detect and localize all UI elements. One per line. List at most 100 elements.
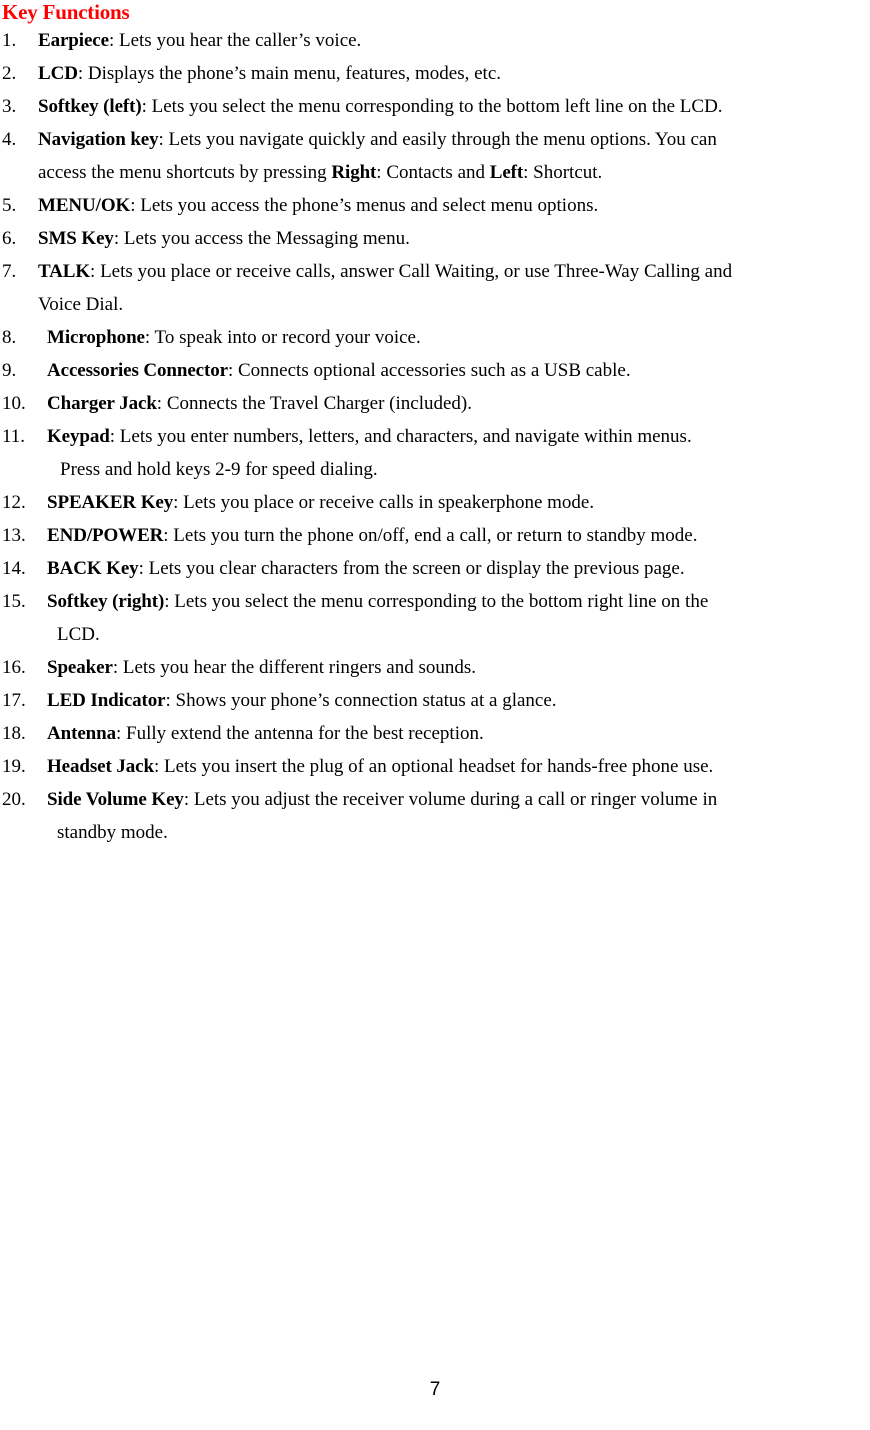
list-item-text: Charger Jack: Connects the Travel Charge… [47, 387, 472, 420]
list-item-text: MENU/OK: Lets you access the phone’s men… [38, 189, 598, 222]
list-item-label: SPEAKER Key [47, 492, 174, 513]
list-item-description: : Connects the Travel Charger (included)… [156, 393, 472, 414]
list-item-number: 18. [2, 723, 26, 744]
list-item-text: TALK: Lets you place or receive calls, a… [38, 255, 732, 288]
list-item-label: Earpiece [38, 30, 109, 51]
list-item-label: Navigation key [38, 129, 159, 150]
list-item-text: LCD: Displays the phone’s main menu, fea… [38, 57, 501, 90]
list-item-description: : Lets you hear the caller’s voice. [108, 30, 362, 51]
list-item-description: : Lets you select the menu corresponding… [164, 591, 709, 612]
list-item: 11. Keypad: Lets you enter numbers, lette… [0, 420, 870, 486]
list-item-text: Softkey (right): Lets you select the men… [47, 585, 708, 618]
list-item-line: 2. LCD: Displays the phone’s main menu, f… [0, 57, 870, 90]
list-item-label: Softkey (right) [47, 591, 165, 612]
list-item-text: Antenna: Fully extend the antenna for th… [47, 717, 484, 750]
list-item: 10. Charger Jack: Connects the Travel Cha… [0, 387, 870, 420]
list-item-number: 19. [2, 756, 26, 777]
list-item-number: 14. [2, 558, 26, 579]
page-title: Key Functions [2, 0, 130, 24]
list-item-continuation-text: standby mode. [57, 822, 168, 843]
list-item-description: : Lets you enter numbers, letters, and c… [109, 426, 692, 447]
list-item-continuation-text: access the menu shortcuts by pressing Ri… [38, 156, 602, 189]
list-item-label: BACK Key [47, 558, 139, 579]
list-item-number: 4. [2, 129, 17, 150]
list-item-text: SPEAKER Key: Lets you place or receive c… [47, 486, 594, 519]
list-item-label: Side Volume Key [47, 789, 184, 810]
list-item: 1. Earpiece: Lets you hear the caller’s v… [0, 24, 870, 57]
list-item-label: Antenna [47, 723, 116, 744]
list-item-continuation-text: LCD. [57, 624, 100, 645]
list-item-continuation-text: Press and hold keys 2-9 for speed dialin… [60, 459, 378, 480]
list-item-description: : Lets you turn the phone on/off, end a … [163, 525, 698, 546]
key-functions-list: 1. Earpiece: Lets you hear the caller’s v… [0, 24, 870, 849]
list-item-description: : Lets you access the phone’s menus and … [130, 195, 599, 216]
list-item-line: 17. LED Indicator: Shows your phone’s con… [0, 684, 870, 717]
list-item-continuation: Voice Dial. [0, 288, 870, 321]
list-item-description: : To speak into or record your voice. [144, 327, 421, 348]
list-item-line: 15. Softkey (right): Lets you select the … [0, 585, 870, 618]
list-item-line: 12. SPEAKER Key: Lets you place or receiv… [0, 486, 870, 519]
list-item-line: 7. TALK: Lets you place or receive calls,… [0, 255, 870, 288]
list-item: 18. Antenna: Fully extend the antenna for… [0, 717, 870, 750]
list-item: 20. Side Volume Key: Lets you adjust the … [0, 783, 870, 849]
continuation-text-part: access the menu shortcuts by pressing [38, 162, 332, 183]
list-item-number: 6. [2, 228, 17, 249]
list-item-line: 11. Keypad: Lets you enter numbers, lette… [0, 420, 870, 453]
list-item-label: Speaker [47, 657, 113, 678]
list-item: 15. Softkey (right): Lets you select the … [0, 585, 870, 651]
list-item: 12. SPEAKER Key: Lets you place or receiv… [0, 486, 870, 519]
list-item-line: 13. END/POWER: Lets you turn the phone on… [0, 519, 870, 552]
list-item-number: 11. [2, 426, 26, 447]
list-item-line: 16. Speaker: Lets you hear the different … [0, 651, 870, 684]
list-item-line: 5. MENU/OK: Lets you access the phone’s m… [0, 189, 870, 222]
list-item-description: : Lets you adjust the receiver volume du… [183, 789, 718, 810]
list-item: 5. MENU/OK: Lets you access the phone’s m… [0, 189, 870, 222]
list-item-text: BACK Key: Lets you clear characters from… [47, 552, 685, 585]
list-item-text: Accessories Connector: Connects optional… [47, 354, 631, 387]
list-item-label: Microphone [47, 327, 145, 348]
list-item-continuation: standby mode. [0, 816, 870, 849]
list-item-description: : Displays the phone’s main menu, featur… [77, 63, 502, 84]
list-item-line: 19. Headset Jack: Lets you insert the plu… [0, 750, 870, 783]
list-item-label: Headset Jack [47, 756, 154, 777]
list-item: 17. LED Indicator: Shows your phone’s con… [0, 684, 870, 717]
list-item-line: 8. Microphone: To speak into or record yo… [0, 321, 870, 354]
list-item-description: : Lets you place or receive calls in spe… [173, 492, 595, 513]
list-item-description: : Lets you hear the different ringers an… [112, 657, 477, 678]
list-item-text: Speaker: Lets you hear the different rin… [47, 651, 476, 684]
page-number: 7 [429, 1379, 441, 1400]
list-item-line: 3. Softkey (left): Lets you select the me… [0, 90, 870, 123]
list-item-text: LED Indicator: Shows your phone’s connec… [47, 684, 557, 717]
continuation-bold-left: Left [489, 162, 524, 183]
continuation-text-part: : Contacts and [376, 162, 490, 183]
list-item-number: 16. [2, 657, 26, 678]
manual-page: Key Functions 1. Earpiece: Lets you hear … [0, 0, 870, 1430]
list-item-line: 6. SMS Key: Lets you access the Messaging… [0, 222, 870, 255]
list-item: 7. TALK: Lets you place or receive calls,… [0, 255, 870, 321]
list-item-line: 10. Charger Jack: Connects the Travel Cha… [0, 387, 870, 420]
list-item-text: Navigation key: Lets you navigate quickl… [38, 123, 717, 156]
list-item-label: Accessories Connector [47, 360, 228, 381]
list-item-label: Softkey (left) [38, 96, 142, 117]
continuation-text-part: : Shortcut. [523, 162, 603, 183]
list-item-label: Keypad [47, 426, 110, 447]
continuation-bold-right: Right [331, 162, 377, 183]
list-item: 6. SMS Key: Lets you access the Messaging… [0, 222, 870, 255]
list-item-text: Earpiece: Lets you hear the caller’s voi… [38, 24, 361, 57]
list-item-line: 18. Antenna: Fully extend the antenna for… [0, 717, 870, 750]
list-item-continuation: Press and hold keys 2-9 for speed dialin… [0, 453, 870, 486]
list-item-line: 1. Earpiece: Lets you hear the caller’s v… [0, 24, 870, 57]
list-item-line: 14. BACK Key: Lets you clear characters f… [0, 552, 870, 585]
list-item-number: 1. [2, 30, 17, 51]
list-item-description: : Fully extend the antenna for the best … [115, 723, 484, 744]
list-item-label: LED Indicator [47, 690, 166, 711]
list-item-description: : Shows your phone’s connection status a… [165, 690, 557, 711]
list-item-description: : Lets you navigate quickly and easily t… [158, 129, 717, 150]
list-item-text: END/POWER: Lets you turn the phone on/of… [47, 519, 697, 552]
list-item-description: : Connects optional accessories such as … [227, 360, 631, 381]
list-item: 2. LCD: Displays the phone’s main menu, f… [0, 57, 870, 90]
list-item-label: LCD [38, 63, 78, 84]
list-item-label: MENU/OK [38, 195, 131, 216]
list-item-number: 15. [2, 591, 26, 612]
list-item-text: SMS Key: Lets you access the Messaging m… [38, 222, 410, 255]
